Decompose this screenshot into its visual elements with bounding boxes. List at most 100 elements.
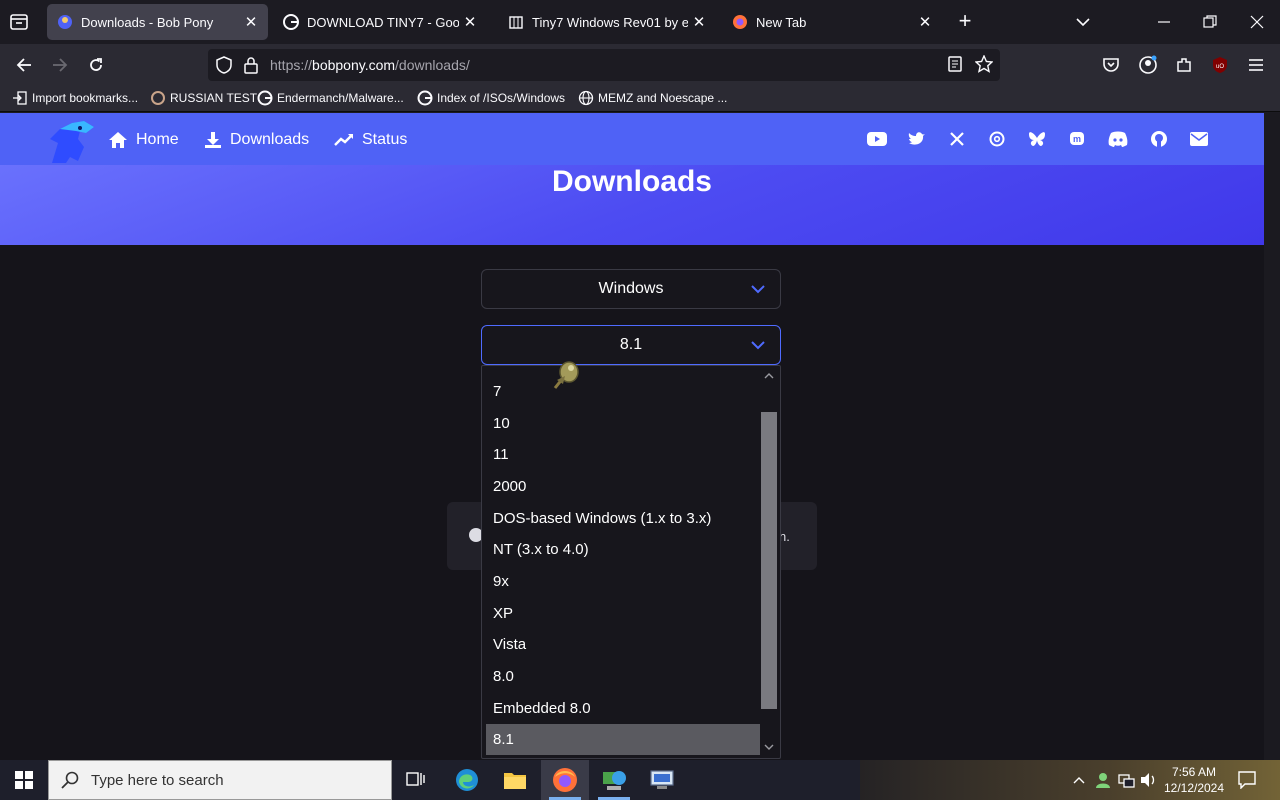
tab-download-tiny7[interactable]: DOWNLOAD TINY7 - Google Se ✕ bbox=[273, 4, 487, 40]
bookmark-label: MEMZ and Noescape ... bbox=[598, 91, 728, 105]
bookmark-memz[interactable]: MEMZ and Noescape ... bbox=[578, 88, 727, 108]
tray-chevron-up-icon[interactable] bbox=[1069, 770, 1089, 790]
notifications-icon[interactable] bbox=[1237, 770, 1257, 790]
url-text[interactable]: https://bobpony.com/downloads/ bbox=[270, 57, 470, 73]
scroll-down-chevron-icon[interactable] bbox=[763, 743, 775, 751]
import-icon bbox=[12, 90, 28, 106]
scroll-up-chevron-icon[interactable] bbox=[763, 372, 775, 380]
twitter-icon[interactable] bbox=[906, 128, 928, 150]
page-title: Downloads bbox=[551, 165, 712, 198]
remote-desktop-icon[interactable] bbox=[638, 760, 686, 800]
bluesky-icon[interactable] bbox=[1026, 128, 1048, 150]
reload-icon[interactable] bbox=[83, 52, 109, 78]
animated-cursor-icon bbox=[553, 358, 583, 390]
discord-icon[interactable] bbox=[1107, 128, 1129, 150]
version-select-value: 8.1 bbox=[619, 336, 643, 353]
google-icon bbox=[257, 90, 273, 106]
volume-icon[interactable] bbox=[1139, 770, 1159, 790]
search-placeholder: Type here to search bbox=[91, 771, 224, 789]
download-icon bbox=[205, 132, 221, 148]
close-tab-icon[interactable]: ✕ bbox=[914, 11, 936, 33]
bookmark-label: Import bookmarks... bbox=[32, 91, 139, 105]
option-9x[interactable]: 9x bbox=[486, 566, 760, 597]
url-host: bobpony.com bbox=[312, 57, 396, 73]
edge-browser-icon[interactable] bbox=[443, 760, 491, 800]
nav-status[interactable]: Status bbox=[334, 127, 407, 153]
bookmark-index-isos[interactable]: Index of /ISOs/Windows bbox=[417, 88, 565, 108]
list-all-tabs-chevron-icon[interactable] bbox=[1072, 11, 1094, 33]
option-8-0[interactable]: 8.0 bbox=[486, 661, 760, 692]
close-tab-icon[interactable]: ✕ bbox=[688, 11, 710, 33]
option-embedded-8-0[interactable]: Embedded 8.0 bbox=[486, 693, 760, 724]
account-icon[interactable] bbox=[1135, 52, 1161, 78]
tracking-shield-icon[interactable] bbox=[215, 56, 233, 74]
firefox-view-button[interactable] bbox=[8, 11, 30, 33]
close-tab-icon[interactable]: ✕ bbox=[240, 11, 262, 33]
option-2000[interactable]: 2000 bbox=[486, 471, 760, 502]
tab-title: New Tab bbox=[756, 14, 807, 30]
hammer-sickle-icon bbox=[150, 90, 166, 106]
youtube-icon[interactable] bbox=[866, 128, 888, 150]
bookmark-star-icon[interactable] bbox=[974, 54, 994, 73]
nav-home[interactable]: Home bbox=[108, 127, 179, 153]
tab-new-tab[interactable]: New Tab ✕ bbox=[722, 4, 942, 40]
reader-view-icon[interactable] bbox=[946, 55, 964, 73]
bookmark-import[interactable]: Import bookmarks... bbox=[12, 88, 138, 108]
tab-downloads-bob-pony[interactable]: Downloads - Bob Pony ✕ bbox=[47, 4, 268, 40]
option-nt[interactable]: NT (3.x to 4.0) bbox=[486, 534, 760, 565]
search-icon bbox=[61, 771, 79, 789]
version-select[interactable]: 8.1 bbox=[481, 325, 781, 365]
nav-status-label: Status bbox=[362, 131, 408, 148]
bookmark-label: RUSSIAN TEST bbox=[170, 91, 258, 105]
close-tab-icon[interactable]: ✕ bbox=[459, 11, 481, 33]
x-icon[interactable] bbox=[946, 128, 968, 150]
tab-tiny7-rev01[interactable]: Tiny7 Windows Rev01 by eXPer ✕ bbox=[498, 4, 716, 40]
option-dos-based[interactable]: DOS-based Windows (1.x to 3.x) bbox=[486, 503, 760, 534]
version-dropdown-list: 7 10 11 2000 DOS-based Windows (1.x to 3… bbox=[481, 365, 781, 759]
network-app-icon[interactable] bbox=[590, 760, 638, 800]
github-icon[interactable] bbox=[1148, 128, 1170, 150]
windows-start-icon[interactable] bbox=[0, 760, 48, 800]
option-xp[interactable]: XP bbox=[486, 598, 760, 629]
option-11[interactable]: 11 bbox=[486, 439, 760, 470]
file-explorer-icon[interactable] bbox=[491, 760, 539, 800]
task-view-icon[interactable] bbox=[392, 760, 440, 800]
taskbar-search-input[interactable]: Type here to search bbox=[48, 760, 392, 800]
clock-date: 12/12/2024 bbox=[1163, 781, 1225, 795]
option-7[interactable]: 7 bbox=[486, 376, 760, 407]
pocket-icon[interactable] bbox=[1098, 52, 1124, 78]
bob-pony-logo[interactable] bbox=[44, 117, 96, 165]
threads-icon[interactable] bbox=[986, 128, 1008, 150]
user-tray-icon[interactable] bbox=[1093, 770, 1113, 790]
menu-hamburger-icon[interactable] bbox=[1243, 52, 1269, 78]
bookmark-label: Endermanch/Malware... bbox=[277, 91, 404, 105]
forward-arrow-icon[interactable] bbox=[47, 52, 73, 78]
firefox-taskbar-icon[interactable] bbox=[541, 760, 589, 800]
option-vista[interactable]: Vista bbox=[486, 629, 760, 660]
lock-icon[interactable] bbox=[243, 56, 259, 74]
chart-icon bbox=[334, 134, 353, 146]
mail-icon[interactable] bbox=[1188, 128, 1210, 150]
os-select[interactable]: Windows bbox=[481, 269, 781, 309]
option-10[interactable]: 10 bbox=[486, 408, 760, 439]
back-arrow-icon[interactable] bbox=[11, 52, 37, 78]
extensions-icon[interactable] bbox=[1171, 52, 1197, 78]
restore-icon[interactable] bbox=[1196, 8, 1224, 36]
firefox-view-icon bbox=[10, 14, 28, 30]
minimize-icon[interactable] bbox=[1150, 8, 1178, 36]
bookmark-endermanch[interactable]: Endermanch/Malware... bbox=[257, 88, 404, 108]
new-tab-plus-icon[interactable]: + bbox=[954, 10, 976, 33]
page-scrollbar[interactable] bbox=[1264, 113, 1280, 760]
ublock-origin-icon[interactable]: uO bbox=[1207, 52, 1233, 78]
nav-downloads[interactable]: Downloads bbox=[204, 127, 309, 153]
scrollbar-thumb[interactable] bbox=[761, 412, 777, 709]
nav-downloads-label: Downloads bbox=[230, 131, 310, 148]
mastodon-icon[interactable]: m bbox=[1066, 128, 1088, 150]
bookmark-label: Index of /ISOs/Windows bbox=[437, 91, 566, 105]
option-8-1[interactable]: 8.1 bbox=[486, 724, 760, 755]
taskbar-clock[interactable]: 7:56 AM 12/12/2024 bbox=[1158, 764, 1230, 796]
close-window-icon[interactable] bbox=[1243, 8, 1271, 36]
bookmark-russian-test[interactable]: RUSSIAN TEST bbox=[150, 88, 257, 108]
network-tray-icon[interactable] bbox=[1117, 770, 1137, 790]
google-icon bbox=[283, 14, 299, 30]
